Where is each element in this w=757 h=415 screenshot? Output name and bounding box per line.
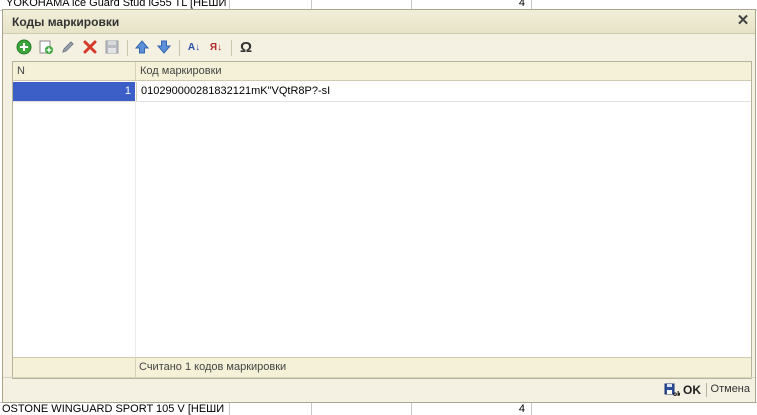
edit-icon[interactable] (59, 38, 77, 56)
background-cell (230, 403, 312, 415)
dialog-bottom-bar: ok OK Отмена (3, 377, 755, 402)
ok-button-label: OK (683, 383, 701, 397)
ok-button[interactable]: ok OK (664, 382, 701, 398)
add-icon[interactable] (15, 38, 33, 56)
toolbar-separator (231, 40, 232, 56)
toolbar-separator (179, 40, 180, 56)
cell-marking-code[interactable]: 010290000281832121mK"VQtR8P?-sI (136, 82, 750, 101)
table-header: N Код маркировки (13, 62, 751, 81)
cell-row-number[interactable]: 1 (13, 82, 135, 101)
copy-icon[interactable] (37, 38, 55, 56)
sort-asc-icon[interactable]: А↓ (185, 38, 203, 56)
button-separator (706, 383, 707, 397)
background-row-bottom: OSTONE WINGUARD SPORT 105 V [НЕШИ 4 (0, 402, 757, 415)
dialog-titlebar: Коды маркировки ✕ (3, 10, 755, 34)
marking-codes-table: N Код маркировки 1 010290000281832121mK"… (12, 61, 752, 379)
marking-codes-dialog: Коды маркировки ✕ А↓ Я↓ Ω N Код маркиров… (2, 9, 756, 403)
toolbar: А↓ Я↓ Ω (11, 38, 751, 58)
table-row[interactable]: 1 010290000281832121mK"VQtR8P?-sI (13, 82, 751, 102)
column-header-code[interactable]: Код маркировки (136, 62, 751, 80)
close-icon[interactable]: ✕ (735, 13, 751, 29)
table-footer: Считано 1 кодов маркировки (13, 357, 751, 378)
svg-text:ok: ok (673, 391, 680, 397)
sort-desc-icon[interactable]: Я↓ (207, 38, 225, 56)
dialog-title: Коды маркировки (12, 15, 120, 29)
column-header-n[interactable]: N (13, 62, 136, 80)
special-chars-icon[interactable]: Ω (237, 38, 255, 56)
toolbar-separator (127, 40, 128, 56)
scanned-count-text: Считано 1 кодов маркировки (139, 361, 287, 373)
cancel-button[interactable]: Отмена (711, 383, 750, 395)
footer-divider (135, 358, 136, 378)
background-cell-name: OSTONE WINGUARD SPORT 105 V [НЕШИ (0, 403, 230, 415)
move-down-icon[interactable] (155, 38, 173, 56)
column-divider (135, 101, 136, 358)
background-cell (312, 403, 412, 415)
delete-icon[interactable] (81, 38, 99, 56)
move-up-icon[interactable] (133, 38, 151, 56)
save-ok-icon: ok (664, 383, 680, 397)
background-cell-qty: 4 (412, 403, 532, 415)
save-icon[interactable] (103, 38, 121, 56)
